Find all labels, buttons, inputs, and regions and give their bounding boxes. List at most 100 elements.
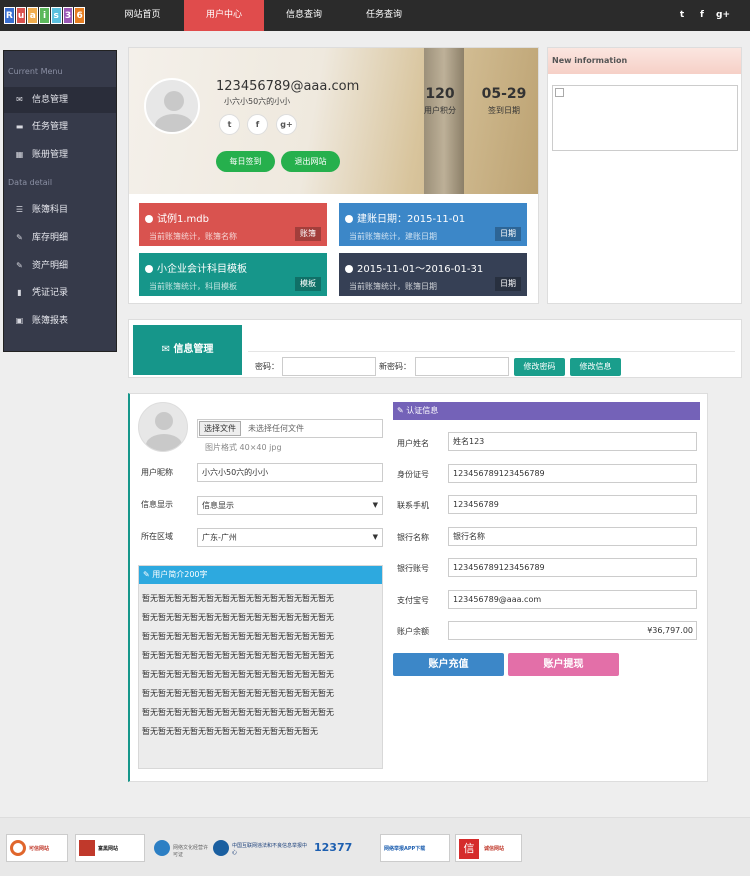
sidebar-item-ledger-management[interactable]: ▦ 账册管理 bbox=[4, 142, 116, 168]
footer: 可信网站 富黑网站 网络文化经营许可证 中国互联网违法和不良信息举报中心 123… bbox=[0, 817, 750, 876]
sidebar-item-info-management[interactable]: ✉ 信息管理 bbox=[4, 87, 116, 113]
twitter-icon[interactable]: t bbox=[219, 114, 240, 135]
footer-badge-culture[interactable]: 网络文化经营许可证 bbox=[152, 834, 210, 862]
seal-icon bbox=[10, 840, 26, 856]
envelope-icon: ✉ bbox=[16, 95, 23, 104]
change-info-button[interactable]: 修改信息 bbox=[570, 358, 621, 376]
sidebar-item-ledger-reports[interactable]: ▣ 账簿报表 bbox=[4, 308, 116, 334]
region-select[interactable]: 广东-广州 ▼ bbox=[197, 528, 383, 547]
tile-subtitle: 当前账簿统计，账簿名称 bbox=[149, 232, 237, 241]
nickname-label: 用户昵称 bbox=[141, 468, 173, 477]
sidebar-item-asset-detail[interactable]: ✎ 资产明细 bbox=[4, 253, 116, 279]
new-password-input[interactable] bbox=[415, 357, 509, 376]
footer-badge-12377[interactable]: 12377 bbox=[314, 834, 369, 862]
section-tab-info-management[interactable]: ✉ 信息管理 bbox=[133, 325, 242, 375]
sidebar-item-inventory-detail[interactable]: ✎ 库存明细 bbox=[4, 225, 116, 251]
intro-textarea[interactable]: 暂无暂无暂无暂无暂无暂无暂无暂无暂无暂无暂无暂无 暂无暂无暂无暂无暂无暂无暂无暂… bbox=[142, 589, 380, 741]
sidebar-item-label: 账簿报表 bbox=[32, 316, 69, 326]
field-label-phone: 联系手机 bbox=[397, 501, 429, 510]
recharge-button[interactable]: 账户充值 bbox=[393, 653, 504, 676]
avatar bbox=[144, 78, 200, 134]
profile-hero: 123456789@aaa.com 小六小50六的小小 t f g+ 每日签到 … bbox=[129, 48, 538, 194]
field-label-bank: 银行名称 bbox=[397, 533, 429, 542]
culture-icon bbox=[154, 840, 170, 856]
nav-task-query[interactable]: 任务查询 bbox=[350, 0, 418, 31]
field-balance-input[interactable]: ¥36,797.00 bbox=[448, 621, 697, 640]
logo-letter: u bbox=[15, 7, 27, 24]
tile-tag: 日期 bbox=[495, 227, 521, 241]
tile-tag: 账簿 bbox=[295, 227, 321, 241]
section-tab-label: 信息管理 bbox=[173, 344, 214, 355]
intro-line: 暂无暂无暂无暂无暂无暂无暂无暂无暂无暂无暂无暂无 bbox=[142, 670, 334, 679]
nav-info-query[interactable]: 信息查询 bbox=[270, 0, 338, 31]
top-navbar: R u a i s 3 6 网站首页 用户中心 信息查询 任务查询 t f g+ bbox=[0, 0, 750, 31]
sidebar-heading-data-detail: Data detail bbox=[8, 178, 53, 187]
twitter-icon[interactable]: t bbox=[673, 0, 691, 31]
integrity-icon: 信 bbox=[459, 839, 479, 859]
sidebar-item-label: 库存明细 bbox=[32, 233, 69, 243]
tile-subtitle: 当前账簿统计，建账日期 bbox=[349, 232, 437, 241]
field-phone-input[interactable]: 123456789 bbox=[448, 495, 697, 514]
tile-title: 试例1.mdb bbox=[157, 214, 209, 225]
profile-nickname: 小六小50六的小小 bbox=[224, 97, 291, 106]
footer-badge-integrity[interactable]: 信 诚信网站 bbox=[455, 834, 522, 862]
list-icon: ☰ bbox=[15, 205, 24, 214]
withdraw-button[interactable]: 账户提现 bbox=[508, 653, 619, 676]
field-id-input[interactable]: 123456789123456789 bbox=[448, 464, 697, 483]
facebook-icon[interactable]: f bbox=[247, 114, 268, 135]
sidebar-item-ledger-subjects[interactable]: ☰ 账簿科目 bbox=[4, 197, 116, 223]
tile-title: 小企业会计科目模板 bbox=[157, 264, 247, 275]
choose-file-button[interactable]: 选择文件 bbox=[199, 421, 241, 436]
google-plus-icon[interactable]: g+ bbox=[276, 114, 297, 135]
field-bank-input[interactable]: 银行名称 bbox=[448, 527, 697, 546]
logo-letter: R bbox=[4, 7, 15, 24]
password-input[interactable] bbox=[282, 357, 376, 376]
field-label-balance: 账户余额 bbox=[397, 627, 429, 636]
tile-ledger-period[interactable]: 2015-11-01～2016-01-31 当前账簿统计，账簿日期 日期 bbox=[339, 253, 527, 296]
file-none-text: 未选择任何文件 bbox=[248, 424, 304, 433]
edit-icon: ✎ bbox=[16, 233, 23, 242]
site-logo[interactable]: R u a i s 3 6 bbox=[4, 7, 86, 24]
change-password-button[interactable]: 修改密码 bbox=[514, 358, 565, 376]
new-info-panel: New information bbox=[547, 47, 742, 304]
footer-badge-rich[interactable]: 富黑网站 bbox=[75, 834, 145, 862]
sidebar-item-label: 凭证记录 bbox=[32, 288, 69, 298]
divider bbox=[248, 351, 735, 352]
field-account-input[interactable]: 123456789123456789 bbox=[448, 558, 697, 577]
field-name-input[interactable]: 姓名123 bbox=[448, 432, 697, 451]
nav-home[interactable]: 网站首页 bbox=[105, 0, 180, 31]
facebook-icon[interactable]: f bbox=[693, 0, 711, 31]
badge-text: 中国互联网违法和不良信息举报中心 bbox=[232, 843, 308, 856]
tile-created-date[interactable]: 建账日期：2015-11-01 当前账簿统计，建账日期 日期 bbox=[339, 203, 527, 246]
file-upload-input[interactable]: 选择文件 未选择任何文件 bbox=[197, 419, 383, 438]
field-label-id: 身份证号 bbox=[397, 470, 429, 479]
intro-line: 暂无暂无暂无暂无暂无暂无暂无暂无暂无暂无暂无暂无 bbox=[142, 689, 334, 698]
logout-button[interactable]: 退出网站 bbox=[281, 151, 340, 172]
tile-template[interactable]: 小企业会计科目模板 当前账簿统计，科目模板 模板 bbox=[139, 253, 327, 296]
region-select-value: 广东-广州 bbox=[202, 533, 237, 542]
display-select[interactable]: 信息显示 ▼ bbox=[197, 496, 383, 515]
footer-badge-report-center[interactable]: 中国互联网违法和不良信息举报中心 bbox=[211, 834, 309, 862]
logo-letter: 3 bbox=[62, 7, 74, 24]
intro-title: ✎ 用户简介200字 bbox=[139, 566, 382, 584]
new-info-image bbox=[552, 85, 738, 151]
broken-image-icon bbox=[555, 88, 564, 97]
logo-letter: 6 bbox=[74, 7, 86, 24]
checkin-button[interactable]: 每日签到 bbox=[216, 151, 275, 172]
intro-title-text: 用户简介200字 bbox=[152, 570, 208, 579]
google-plus-icon[interactable]: g+ bbox=[714, 0, 732, 31]
field-alipay-input[interactable]: 123456789@aaa.com bbox=[448, 590, 697, 609]
nav-user-center[interactable]: 用户中心 bbox=[184, 0, 264, 31]
footer-badge-trusted[interactable]: 可信网站 bbox=[6, 834, 68, 862]
sidebar-item-voucher-records[interactable]: ▮ 凭证记录 bbox=[4, 280, 116, 306]
sidebar-item-label: 资产明细 bbox=[32, 261, 69, 271]
intro-line: 暂无暂无暂无暂无暂无暂无暂无暂无暂无暂无暂无暂无 bbox=[142, 632, 334, 641]
field-label-name: 用户姓名 bbox=[397, 439, 429, 448]
tile-ledger[interactable]: 试例1.mdb 当前账簿统计，账簿名称 账簿 bbox=[139, 203, 327, 246]
sidebar-item-task-management[interactable]: ▬ 任务管理 bbox=[4, 114, 116, 140]
footer-badge-app[interactable]: 网络举报APP下载 bbox=[380, 834, 450, 862]
tile-title: 2015-11-01～2016-01-31 bbox=[357, 264, 484, 275]
points-value: 120 bbox=[425, 86, 455, 102]
nickname-input[interactable]: 小六小50六的小小 bbox=[197, 463, 383, 482]
logo-letter: a bbox=[27, 7, 39, 24]
